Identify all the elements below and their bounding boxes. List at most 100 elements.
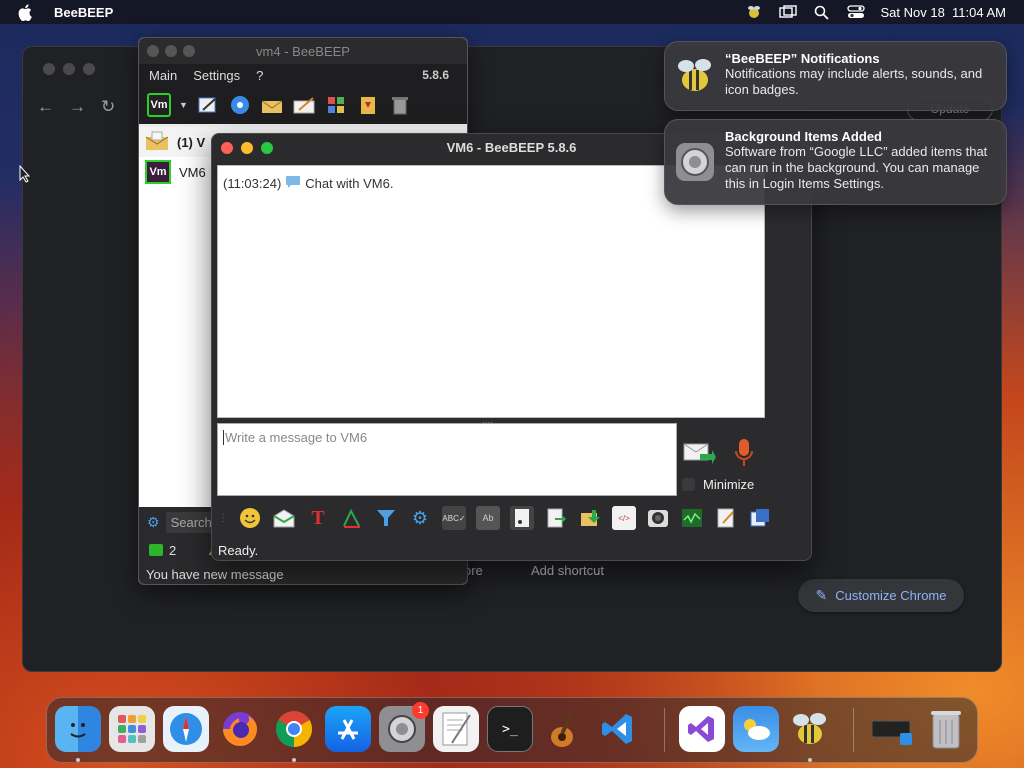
notification-title: “BeeBEEP” Notifications — [725, 51, 880, 66]
control-center-icon[interactable] — [846, 4, 865, 20]
menu-settings[interactable]: Settings — [193, 68, 240, 83]
dock: 1 >_ — [46, 697, 978, 763]
background-items-notification[interactable]: Background Items Added Software from “Go… — [664, 119, 1007, 205]
add-shortcut-link[interactable]: Add shortcut — [531, 563, 604, 578]
new-message-envelope-icon[interactable] — [260, 93, 284, 117]
menu-bar: BeeBEEP Sat Nov 18 11:04 AM — [0, 0, 1024, 24]
trash-icon[interactable] — [923, 706, 969, 752]
customize-chrome-button[interactable]: ✎ Customize Chrome — [798, 579, 964, 612]
text-format-icon[interactable]: T — [306, 506, 330, 530]
status-dropdown-icon[interactable]: ▼ — [179, 100, 188, 110]
textedit-icon[interactable] — [433, 706, 479, 752]
spotlight-search-icon[interactable] — [813, 4, 831, 20]
notification-body: Software from “Google LLC” added items t… — [725, 144, 988, 191]
menubar-clock[interactable]: Sat Nov 18 11:04 AM — [881, 5, 1007, 20]
write-message-icon[interactable] — [292, 93, 316, 117]
html-code-icon[interactable]: </> — [612, 506, 636, 530]
vscode-icon[interactable] — [595, 706, 641, 752]
vm6-title: VM6 - BeeBEEP 5.8.6 — [446, 140, 577, 155]
open-envelope-icon[interactable] — [272, 506, 296, 530]
new-message-notice: You have new message — [139, 563, 467, 584]
filter-icon[interactable] — [374, 506, 398, 530]
keyboard-viewer-icon[interactable] — [869, 706, 915, 752]
visual-studio-icon[interactable] — [679, 706, 725, 752]
send-file-icon[interactable] — [544, 506, 568, 530]
notification-title: Background Items Added — [725, 129, 882, 144]
online-count: 2 — [169, 542, 177, 558]
microphone-icon[interactable] — [734, 438, 754, 471]
vm4-titlebar[interactable]: vm4 - BeeBEEP — [139, 38, 467, 64]
system-settings-gear-icon — [675, 142, 715, 182]
beebeep-icon[interactable] — [787, 706, 833, 752]
edit-profile-icon[interactable] — [196, 93, 220, 117]
customize-chrome-label: Customize Chrome — [835, 588, 947, 603]
firefox-icon[interactable] — [217, 706, 263, 752]
apple-menu-icon[interactable] — [18, 3, 36, 21]
plugins-icon[interactable] — [324, 93, 348, 117]
detach-chat-icon[interactable] — [748, 506, 772, 530]
text-color-icon[interactable] — [340, 506, 364, 530]
running-indicator — [292, 758, 296, 762]
chat-timestamp: (11:03:24) — [223, 176, 282, 191]
finder-icon[interactable] — [55, 706, 101, 752]
gear-icon[interactable]: ⚙ — [147, 514, 160, 531]
forward-arrow-icon[interactable]: → — [69, 97, 86, 117]
notification-body: Notifications may include alerts, sounds… — [725, 66, 983, 97]
message-input-placeholder: Write a message to VM6 — [223, 430, 368, 445]
vm4-title: vm4 - BeeBEEP — [256, 43, 350, 59]
back-arrow-icon[interactable]: ← — [37, 97, 54, 117]
terminal-icon[interactable]: >_ — [487, 706, 533, 752]
settings-gears-icon[interactable]: ⚙ — [408, 506, 432, 530]
screenshot-icon[interactable] — [646, 506, 670, 530]
minimize-toggle[interactable]: Minimize — [682, 477, 754, 492]
chat-bubble-icon — [285, 175, 301, 192]
mouse-cursor-icon — [19, 164, 31, 186]
message-input[interactable]: Write a message to VM6 — [217, 423, 677, 496]
beebeep-notification[interactable]: “BeeBEEP” Notifications Notifications ma… — [664, 41, 1007, 111]
word-complete-icon[interactable]: Ab — [476, 506, 500, 530]
vm-status-icon[interactable]: Vm — [147, 93, 171, 117]
vm4-minimize-button[interactable] — [165, 45, 177, 57]
system-settings-icon[interactable]: 1 — [379, 702, 429, 752]
screen-mirroring-icon[interactable] — [778, 4, 797, 20]
file-sharing-icon[interactable] — [356, 93, 380, 117]
launchpad-icon[interactable] — [109, 706, 155, 752]
vm4-zoom-button[interactable] — [183, 45, 195, 57]
beebeep-status-icon[interactable] — [745, 4, 763, 20]
vm6-zoom-button[interactable] — [261, 142, 273, 154]
broadcast-icon[interactable] — [228, 93, 252, 117]
chrome-zoom-button[interactable] — [83, 63, 95, 75]
weather-icon[interactable] — [733, 706, 779, 752]
search-input[interactable]: Search — [165, 511, 217, 533]
spellcheck-icon[interactable]: ABC✓ — [442, 506, 466, 530]
garageband-icon[interactable] — [541, 706, 587, 752]
version-label: 5.8.6 — [422, 68, 449, 82]
emoticon-icon[interactable] — [238, 506, 262, 530]
menu-main[interactable]: Main — [149, 68, 177, 83]
attach-file-icon[interactable] — [510, 506, 534, 530]
safari-icon[interactable] — [163, 706, 209, 752]
chat-message: (11:03:24) Chat with VM6. — [223, 175, 393, 192]
send-folder-icon[interactable] — [578, 506, 602, 530]
send-message-icon[interactable] — [682, 440, 716, 469]
chrome-minimize-button[interactable] — [63, 63, 75, 75]
active-app-name[interactable]: BeeBEEP — [54, 5, 113, 20]
pencil-icon: ✎ — [815, 587, 828, 603]
vm6-minimize-button[interactable] — [241, 142, 253, 154]
app-store-icon[interactable] — [325, 706, 371, 752]
minimize-checkbox[interactable] — [682, 478, 695, 491]
save-chat-icon[interactable] — [714, 506, 738, 530]
vm6-close-button[interactable] — [221, 142, 233, 154]
delete-icon[interactable] — [388, 93, 412, 117]
user-list-label: VM6 — [179, 164, 206, 180]
menu-help[interactable]: ? — [256, 68, 263, 83]
vm4-close-button[interactable] — [147, 45, 159, 57]
chat-text: Chat with VM6. — [305, 176, 394, 191]
user-list-label: (1) V — [177, 134, 206, 150]
voice-message-icon[interactable] — [680, 506, 704, 530]
reload-icon[interactable]: ↻ — [101, 97, 115, 117]
chrome-close-button[interactable] — [43, 63, 55, 75]
toolbar-grip-icon: ⋮ — [218, 512, 228, 524]
dock-separator — [664, 708, 665, 752]
chrome-icon[interactable] — [271, 706, 317, 752]
